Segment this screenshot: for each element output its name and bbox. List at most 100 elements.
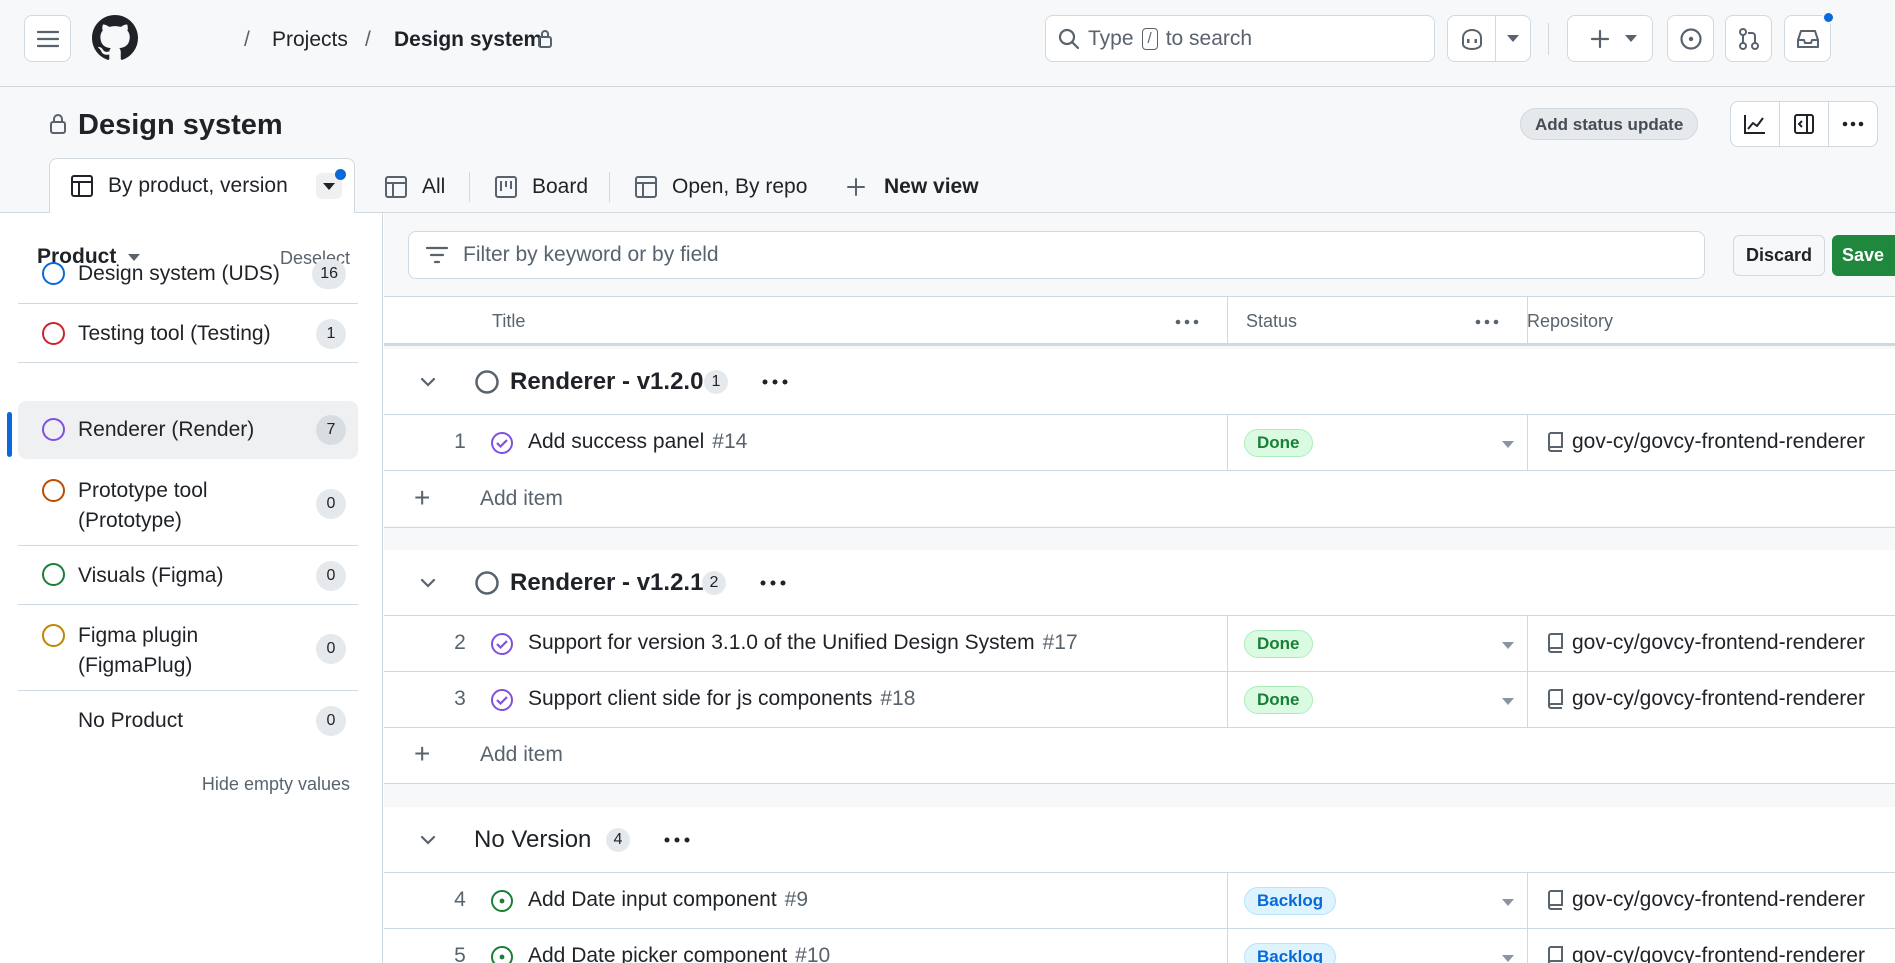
sidebar-item-figma-plugin[interactable]: Figma plugin (FigmaPlug) 0 xyxy=(18,606,358,691)
table-row[interactable]: 5 Add Date picker component #10 Backlog g… xyxy=(384,929,1895,963)
column-header-repository[interactable]: Repository xyxy=(1527,311,1613,332)
sidebar-item-prototype-tool[interactable]: Prototype tool (Prototype) 0 xyxy=(18,461,358,546)
insights-button[interactable] xyxy=(1731,102,1780,146)
table-row[interactable]: 2 Support for version 3.1.0 of the Unifi… xyxy=(384,616,1895,672)
group-count: 4 xyxy=(606,828,630,852)
table-row[interactable]: 3 Support client side for js components #… xyxy=(384,672,1895,728)
item-count-badge: 1 xyxy=(316,319,346,349)
search-icon xyxy=(1058,28,1080,49)
pull-requests-button[interactable] xyxy=(1725,15,1772,62)
repo-icon xyxy=(1547,689,1563,709)
plus-icon xyxy=(1590,29,1610,48)
save-button[interactable]: Save xyxy=(1832,235,1895,276)
repository-cell[interactable]: gov-cy/govcy-frontend-renderer xyxy=(1546,631,1865,655)
new-view-button[interactable]: New view xyxy=(846,161,979,213)
breadcrumb-project[interactable]: Design system xyxy=(394,26,542,54)
copilot-button[interactable] xyxy=(1447,15,1531,62)
unsaved-dot xyxy=(334,169,346,180)
kebab-horizontal-icon[interactable] xyxy=(760,580,786,586)
status-badge[interactable]: Done xyxy=(1244,686,1313,714)
create-new-button[interactable] xyxy=(1567,15,1653,62)
chevron-down-icon[interactable] xyxy=(420,578,436,588)
notification-dot xyxy=(1822,11,1835,24)
lock-icon xyxy=(50,114,66,134)
sidebar-item-renderer[interactable]: Renderer (Render) 7 xyxy=(18,401,358,459)
table-row[interactable]: 1 Add success panel #14 Done gov-cy/govcy… xyxy=(384,415,1895,471)
sidebar-item-no-product[interactable]: No Product 0 xyxy=(18,692,358,750)
repository-cell[interactable]: gov-cy/govcy-frontend-renderer xyxy=(1546,888,1865,912)
issue-number: #9 xyxy=(784,888,809,911)
column-divider xyxy=(1527,873,1528,929)
chevron-down-icon[interactable] xyxy=(420,835,436,845)
sidebar-item-design-system[interactable]: Design system (UDS) 16 xyxy=(18,244,358,304)
tab-divider xyxy=(469,172,470,202)
filter-input[interactable]: Filter by keyword or by field xyxy=(408,231,1705,279)
repository-cell[interactable]: gov-cy/govcy-frontend-renderer xyxy=(1546,430,1865,454)
project-actions xyxy=(1730,101,1878,147)
column-divider xyxy=(1527,616,1528,672)
chevron-down-icon[interactable] xyxy=(1502,955,1514,962)
row-number: 3 xyxy=(454,687,466,710)
item-count-badge: 0 xyxy=(316,489,346,519)
item-title[interactable]: Add success panel #14 xyxy=(528,430,747,454)
single-select-icon xyxy=(42,418,65,441)
add-status-update-button[interactable]: Add status update xyxy=(1520,108,1699,140)
column-header-title[interactable]: Title xyxy=(492,311,525,332)
sidebar-item-visuals[interactable]: Visuals (Figma) 0 xyxy=(18,547,358,605)
repository-cell[interactable]: gov-cy/govcy-frontend-renderer xyxy=(1546,687,1865,711)
status-badge[interactable]: Backlog xyxy=(1244,943,1337,963)
tab-board[interactable]: Board xyxy=(494,161,588,213)
chevron-down-icon[interactable] xyxy=(420,377,436,387)
tab-open-by-repo[interactable]: Open, By repo xyxy=(634,161,807,213)
menu-button[interactable] xyxy=(24,15,71,62)
add-item-button[interactable]: + Add item xyxy=(384,472,1895,528)
chevron-down-icon[interactable] xyxy=(1502,642,1514,649)
breadcrumb-projects[interactable]: Projects xyxy=(272,26,348,54)
add-item-button[interactable]: + Add item xyxy=(384,728,1895,784)
repository-name: gov-cy/govcy-frontend-renderer xyxy=(1572,944,1865,963)
table-row[interactable]: 4 Add Date input component #9 Backlog gov… xyxy=(384,873,1895,929)
hide-empty-values-button[interactable]: Hide empty values xyxy=(202,774,350,795)
kebab-horizontal-icon[interactable] xyxy=(762,379,788,385)
tab-all[interactable]: All xyxy=(384,161,445,213)
kebab-horizontal-icon[interactable] xyxy=(664,837,690,843)
item-title[interactable]: Support client side for js components #18 xyxy=(528,687,915,711)
kebab-horizontal-icon[interactable] xyxy=(1175,319,1199,325)
chevron-down-icon xyxy=(1507,35,1519,42)
status-badge[interactable]: Done xyxy=(1244,630,1313,658)
search-input[interactable]: Type / to search xyxy=(1045,15,1435,62)
item-count-badge: 16 xyxy=(312,259,346,289)
single-select-icon xyxy=(42,624,65,647)
issue-number: #18 xyxy=(880,687,916,710)
item-title[interactable]: Support for version 3.1.0 of the Unified… xyxy=(528,631,1078,655)
search-prefix: Type xyxy=(1088,26,1134,50)
item-count-badge: 0 xyxy=(316,634,346,664)
status-badge[interactable]: Backlog xyxy=(1244,887,1337,915)
issues-button[interactable] xyxy=(1667,15,1714,62)
column-divider xyxy=(1227,672,1228,728)
view-options-button[interactable] xyxy=(315,169,346,199)
item-title-text: Support for version 3.1.0 of the Unified… xyxy=(528,631,1035,654)
group-count: 2 xyxy=(702,571,726,595)
repository-cell[interactable]: gov-cy/govcy-frontend-renderer xyxy=(1546,944,1865,963)
discard-button[interactable]: Discard xyxy=(1733,235,1826,276)
column-header-status[interactable]: Status xyxy=(1246,311,1297,332)
item-title[interactable]: Add Date picker component #10 xyxy=(528,944,830,963)
side-panel-button[interactable] xyxy=(1780,102,1829,146)
search-shortcut-key: / xyxy=(1141,27,1158,50)
column-divider xyxy=(1227,873,1228,929)
tab-by-product-version[interactable]: By product, version xyxy=(49,158,355,214)
column-divider xyxy=(1227,929,1228,963)
status-badge[interactable]: Done xyxy=(1244,429,1313,457)
github-logo-icon[interactable] xyxy=(92,15,138,67)
chevron-down-icon[interactable] xyxy=(1502,441,1514,448)
kebab-horizontal-icon[interactable] xyxy=(1475,319,1499,325)
sidebar-item-testing-tool[interactable]: Testing tool (Testing) 1 xyxy=(18,305,358,363)
chevron-down-icon[interactable] xyxy=(1502,899,1514,906)
project-board-icon xyxy=(495,176,517,198)
git-pull-request-icon xyxy=(1738,27,1759,50)
chevron-down-icon[interactable] xyxy=(1502,698,1514,705)
item-title[interactable]: Add Date input component #9 xyxy=(528,888,808,912)
more-options-button[interactable] xyxy=(1829,102,1877,146)
tab-label: All xyxy=(422,175,446,198)
